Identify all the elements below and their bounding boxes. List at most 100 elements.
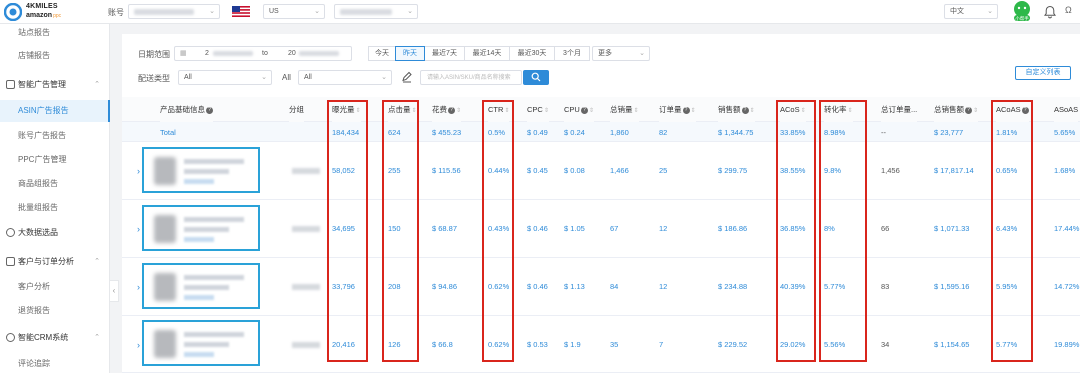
table-row[interactable]: › 58,052 255 $ 115.56 0.44% $ 0.45 $ 0.0…: [122, 142, 1080, 200]
range-7-days[interactable]: 最近7天: [424, 46, 465, 61]
col-header-asoas[interactable]: ASoAS: [1054, 97, 1079, 122]
help-icon: ?: [1021, 106, 1029, 114]
sidebar-group-ad-management[interactable]: 智能广告管理 ⌃: [0, 74, 110, 96]
sidebar-collapse-button[interactable]: ‹: [110, 280, 119, 302]
col-header-total-sales[interactable]: 总销售额? ⇕: [934, 97, 979, 122]
sidebar-item-returns-report[interactable]: 退货报告: [0, 300, 110, 322]
col-header-clicks[interactable]: 点击量⇕: [388, 97, 417, 122]
cell-total-sales: $ 1,595.16: [934, 282, 970, 291]
cell-ctr: 0.62%: [488, 340, 510, 349]
product-info-cell[interactable]: [142, 147, 260, 193]
app-logo[interactable]: 4KMILES amazonppc: [4, 2, 86, 22]
date-range-picker[interactable]: ▦ 2 to 20: [174, 46, 352, 61]
store-select[interactable]: ⌄: [334, 4, 418, 19]
col-header-acoas[interactable]: ACoAS?: [996, 97, 1029, 122]
sidebar-item-account-ad-report[interactable]: 账号广告报告: [0, 125, 110, 147]
custom-columns-button[interactable]: 自定义列表: [1015, 66, 1071, 80]
sidebar-item-batch-group-report[interactable]: 批量组报告: [0, 197, 110, 219]
account-label: 账号: [108, 8, 124, 17]
total-orders: 82: [659, 128, 668, 137]
col-header-orders[interactable]: 订单量? ⇕: [659, 97, 696, 122]
col-header-cpu[interactable]: CPU? ⇕: [564, 97, 594, 122]
cell-sales: $ 299.75: [718, 166, 748, 175]
sidebar-item-asin-ad-report[interactable]: ASIN广告报告: [0, 100, 110, 122]
sidebar-group-product-research[interactable]: 大数据选品: [0, 222, 110, 244]
sidebar-item-product-group-report[interactable]: 商品组报告: [0, 173, 110, 195]
total-clicks: 624: [388, 128, 401, 137]
range-30-days[interactable]: 最近30天: [509, 46, 555, 61]
cell-conversion: 5.77%: [824, 282, 846, 291]
language-select[interactable]: 中文 ⌄: [944, 4, 998, 19]
cell-cpc: $ 0.45: [527, 166, 548, 175]
product-thumbnail: [154, 273, 176, 301]
sidebar-item-customer-analysis[interactable]: 客户分析: [0, 276, 110, 298]
expand-row-icon[interactable]: ›: [137, 282, 140, 292]
help-icon: ?: [448, 106, 455, 114]
fulfillment-type-select[interactable]: All ⌄: [178, 70, 272, 85]
account-select[interactable]: ⌄: [128, 4, 220, 19]
product-info-cell[interactable]: [142, 263, 260, 309]
expand-row-icon[interactable]: ›: [137, 166, 140, 176]
cell-impressions: 20,416: [332, 340, 355, 349]
cell-orders: 25: [659, 166, 668, 175]
col-header-cpc[interactable]: CPC⇕: [527, 97, 549, 122]
expand-row-icon[interactable]: ›: [137, 224, 140, 234]
chevron-up-icon: ⌃: [94, 334, 100, 341]
product-info-cell[interactable]: [142, 205, 260, 251]
sidebar-item-review-tracking[interactable]: 评论追踪: [0, 353, 110, 373]
table-row[interactable]: › 33,796 208 $ 94.86 0.62% $ 0.46 $ 1.13…: [122, 258, 1080, 316]
cell-cpu: $ 0.08: [564, 166, 585, 175]
search-input[interactable]: 请输入ASIN/SKU/商品名称搜索: [420, 70, 522, 85]
sidebar-item-ppc-management[interactable]: PPC广告管理: [0, 149, 110, 171]
range-14-days[interactable]: 最近14天: [464, 46, 510, 61]
total-total-sales: $ 23,777: [934, 128, 964, 137]
sidebar-item-site-report[interactable]: 站点报告: [0, 22, 110, 44]
col-header-acos[interactable]: ACoS⇕: [780, 97, 806, 122]
expand-row-icon[interactable]: ›: [137, 340, 140, 350]
col-header-product[interactable]: 产品基础信息?: [160, 97, 213, 122]
col-header-sales[interactable]: 销售额? ⇕: [718, 97, 755, 122]
cell-total-sales: $ 1,154.65: [934, 340, 970, 349]
sidebar-item-store-report[interactable]: 店铺报告: [0, 45, 110, 67]
search-button[interactable]: [523, 70, 549, 85]
sort-icon: ⇕: [504, 108, 510, 114]
col-header-total-units[interactable]: 总销量⇕: [610, 97, 639, 122]
group-cell: [292, 226, 320, 232]
sort-icon: ⇕: [973, 108, 979, 114]
group-filter-select[interactable]: All ⌄: [298, 70, 392, 85]
bell-icon[interactable]: [1043, 5, 1057, 19]
chevron-down-icon: ⌄: [314, 8, 320, 15]
marketplace-select[interactable]: US ⌄: [263, 4, 325, 19]
sidebar-group-crm[interactable]: 智能CRM系统 ⌃: [0, 327, 110, 349]
cell-conversion: 8%: [824, 224, 835, 233]
range-today[interactable]: 今天: [368, 46, 396, 61]
total-impressions: 184,434: [332, 128, 360, 137]
table-row[interactable]: › 34,695 150 $ 68.87 0.43% $ 0.46 $ 1.05…: [122, 200, 1080, 258]
cell-total-orders: 66: [881, 224, 890, 233]
col-header-ctr[interactable]: CTR⇕: [488, 97, 510, 122]
col-header-spend[interactable]: 花费? ⇕: [432, 97, 462, 122]
cell-impressions: 58,052: [332, 166, 355, 175]
cell-cpu: $ 1.9: [564, 340, 581, 349]
cell-conversion: 9.8%: [824, 166, 842, 175]
col-header-total-orders[interactable]: 总订单量...: [881, 97, 918, 122]
cell-sales: $ 229.52: [718, 340, 748, 349]
table-row[interactable]: › 20,416 126 $ 66.8 0.62% $ 0.53 $ 1.9 3…: [122, 316, 1080, 373]
range-3-months[interactable]: 3个月: [554, 46, 590, 61]
col-header-impressions[interactable]: 曝光量⇕: [332, 97, 361, 122]
group-cell: [292, 284, 320, 290]
range-yesterday[interactable]: 昨天: [395, 46, 425, 61]
cell-conversion: 5.56%: [824, 340, 846, 349]
logo-text: 4KMILES: [26, 3, 58, 10]
col-header-conversion[interactable]: 转化率⇕: [824, 97, 853, 122]
cell-total-orders: 1,456: [881, 166, 900, 175]
sidebar-group-customer-analysis[interactable]: 客户与订单分析 ⌃: [0, 251, 110, 273]
help-assistant-icon[interactable]: 小帮手: [1011, 0, 1033, 22]
product-info-cell[interactable]: [142, 320, 260, 366]
user-menu[interactable]: Ω: [1065, 5, 1072, 15]
search-icon: [531, 72, 541, 82]
range-more-select[interactable]: 更多 ⌄: [592, 46, 650, 61]
cell-total-units: 1,466: [610, 166, 629, 175]
edit-filter-icon[interactable]: [401, 71, 413, 83]
cell-ctr: 0.62%: [488, 282, 510, 291]
